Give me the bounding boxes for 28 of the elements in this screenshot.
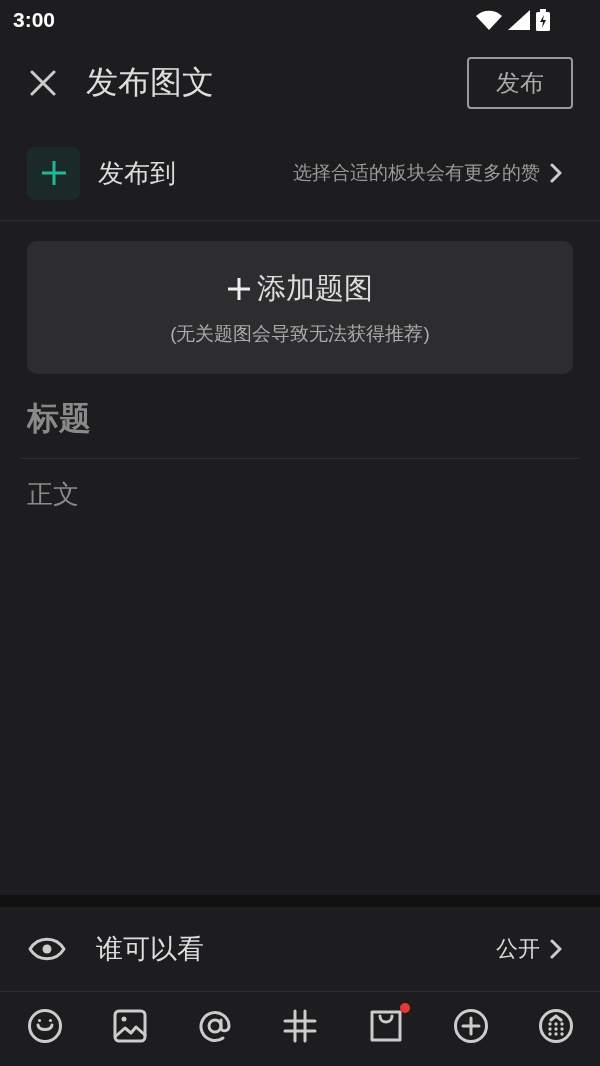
visibility-row[interactable]: 谁可以看 公开 [0, 907, 600, 992]
wifi-icon [476, 10, 502, 30]
publish-button[interactable]: 发布 [467, 57, 573, 109]
plus-icon [40, 160, 67, 186]
image-icon [113, 1009, 148, 1043]
close-icon[interactable] [30, 70, 56, 96]
plus-circle-icon [452, 1008, 489, 1044]
publish-to-label: 发布到 [98, 156, 177, 190]
plus-icon [227, 276, 251, 301]
visibility-value: 公开 [496, 935, 540, 963]
battery-charging-icon [536, 9, 550, 31]
publish-to-row[interactable]: 发布到 选择合适的板块会有更多的赞 [0, 126, 600, 221]
add-cover-card[interactable]: 添加题图 (无关题图会导致无法获得推荐) [27, 241, 573, 374]
signal-icon [508, 10, 530, 30]
status-time: 3:00 [13, 8, 56, 32]
eye-icon [28, 936, 66, 962]
chevron-right-icon [550, 163, 562, 183]
add-cover-note: (无关题图会导致无法获得推荐) [170, 321, 430, 346]
publish-to-hint: 选择合适的板块会有更多的赞 [293, 161, 540, 185]
chevron-right-icon [550, 939, 562, 959]
hashtag-icon [283, 1009, 318, 1043]
keypad-icon [537, 1008, 574, 1044]
visibility-label: 谁可以看 [96, 933, 205, 966]
page-title: 发布图文 [86, 63, 215, 102]
body-field[interactable]: 正文 [20, 477, 580, 881]
smiley-icon [27, 1008, 63, 1044]
add-cover-label: 添加题图 [257, 270, 373, 306]
shopping-bag-icon [369, 1010, 402, 1042]
